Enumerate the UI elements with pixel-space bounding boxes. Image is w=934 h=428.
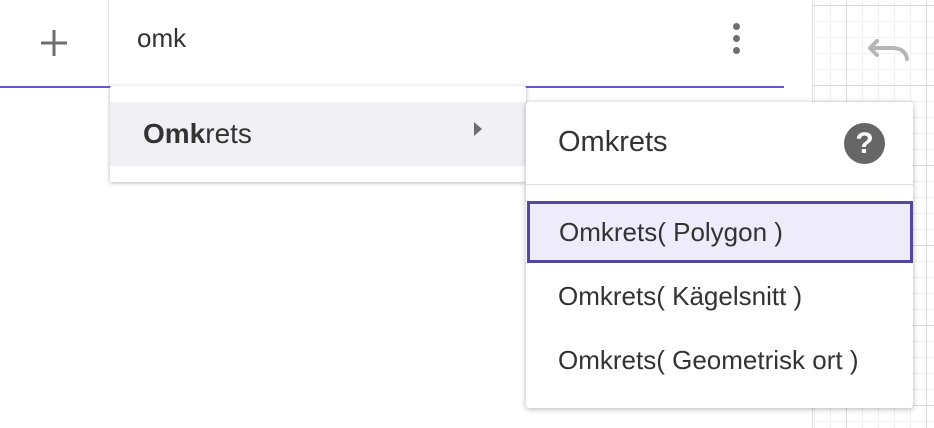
help-icon[interactable]: ? [844,123,885,164]
syntax-item-geometrisk-ort[interactable]: Omkrets( Geometrisk ort ) [526,329,913,391]
syntax-item-kagelsnitt[interactable]: Omkrets( Kägelsnitt ) [526,265,913,327]
syntax-submenu: Omkrets ? Omkrets( Polygon ) Omkrets( Kä… [526,102,913,408]
syntax-item-polygon[interactable]: Omkrets( Polygon ) [527,201,913,263]
suggestion-item[interactable]: Omkrets [110,102,526,166]
add-item-button[interactable] [0,0,109,86]
more-vertical-icon[interactable] [718,16,754,60]
suggestion-label: Omkrets [143,116,252,152]
autocomplete-dropdown: Omkrets [110,86,526,182]
suggestion-rest-text: rets [205,118,252,149]
syntax-item-label: Omkrets( Kägelsnitt ) [558,281,803,311]
app-root: omk Omkrets Omkrets ? Omkrets( Polygon )… [0,0,934,428]
undo-icon [868,39,909,61]
algebra-input-row: omk [0,0,812,88]
algebra-input-field[interactable]: omk [137,20,186,56]
submenu-header: Omkrets ? [526,102,913,185]
syntax-item-label: Omkrets( Geometrisk ort ) [558,345,859,375]
suggestion-match-text: Omk [143,118,206,149]
submenu-title: Omkrets [558,126,668,158]
undo-button[interactable] [865,30,911,66]
chevron-right-icon [474,122,482,136]
plus-icon [41,30,67,56]
syntax-item-label: Omkrets( Polygon ) [559,217,783,247]
